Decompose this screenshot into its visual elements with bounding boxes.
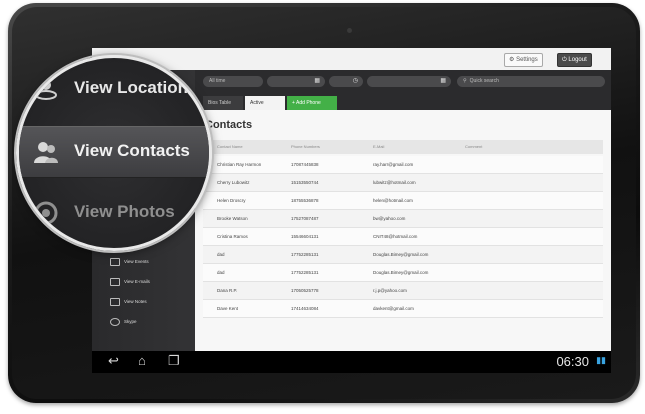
contacts-panel: Contacts Contact Name Phone Numbers E-Ma…: [195, 110, 611, 351]
settings-button[interactable]: ⚙ Settings: [504, 53, 543, 67]
contact-email: Douglas.Bimey@gmail.com: [373, 252, 429, 257]
logout-label: Logout: [568, 57, 587, 63]
tab-active[interactable]: Active: [245, 96, 285, 110]
contact-phone: 17527087487: [291, 216, 319, 221]
start-date-field[interactable]: ▦: [267, 76, 325, 87]
add-phone-button[interactable]: + Add Phone: [287, 96, 337, 110]
table-row[interactable]: Cristina Ramos 15546604131 CNIT48@hotmail.…: [203, 228, 603, 246]
contact-email: davkent@gmail.com: [373, 306, 414, 311]
contact-email: helen@hotmail.com: [373, 198, 413, 203]
table-row[interactable]: Brooke Watson 17527087487 bw@yahoo.com: [203, 210, 603, 228]
location-icon: [35, 80, 57, 100]
sidebar-item-events[interactable]: View Events: [110, 258, 149, 266]
recent-apps-icon[interactable]: ❐: [168, 354, 180, 368]
date-range-select[interactable]: All time: [203, 76, 263, 87]
table-row[interactable]: dad 17752285131 Douglas.Bimey@gmail.com: [203, 264, 603, 282]
wifi-icon: ▮▮: [596, 355, 606, 365]
power-icon: ⏻: [562, 57, 567, 63]
table-row[interactable]: Helen Droscry 18755536878 helen@hotmail.co…: [203, 192, 603, 210]
end-date-field[interactable]: ▦: [367, 76, 451, 87]
sidebar-item-emails[interactable]: View E-mails: [110, 278, 150, 286]
tab-bios-table[interactable]: Bios Table: [203, 96, 243, 110]
photos-icon: [34, 201, 58, 225]
contact-name: Christian Ray Harmon: [217, 162, 262, 167]
home-icon[interactable]: ⌂: [138, 354, 146, 368]
time-field[interactable]: ◷: [329, 76, 363, 87]
tablet-frame: ⚙ Settings ⏻ Logout View Videos View Eve…: [8, 3, 640, 403]
sidebar-item-photos[interactable]: View Photos: [19, 188, 209, 238]
contact-email: bw@yahoo.com: [373, 216, 406, 221]
table-row[interactable]: dad 17752285131 Douglas.Bimey@gmail.com: [203, 246, 603, 264]
contact-name: Cristina Ramos: [217, 234, 248, 239]
contact-name: Cherry Lubowitz: [217, 180, 250, 185]
contact-email: CNIT48@hotmail.com: [373, 234, 418, 239]
sidebar-item-label: View E-mails: [124, 279, 150, 285]
contact-name: Dave Kent: [217, 306, 239, 311]
column-header[interactable]: Comment: [465, 140, 482, 154]
magnifier-lens: View Locations View Contacts View Photos: [16, 55, 212, 251]
contact-email: r.j.p@yahoo.com: [373, 288, 407, 293]
date-range-value: All time: [209, 78, 226, 84]
contact-name: Dana R.P.: [217, 288, 238, 293]
clock-icon: ◷: [352, 78, 358, 84]
table-row[interactable]: Dana R.P. 17050525778 r.j.p@yahoo.com: [203, 282, 603, 300]
sidebar-item-label: View Events: [124, 259, 149, 265]
contact-name: dad: [217, 270, 225, 275]
calendar-icon: ▦: [440, 78, 446, 84]
contact-name: Helen Droscry: [217, 198, 246, 203]
gear-icon: ⚙: [509, 57, 515, 63]
column-header[interactable]: E-Mail: [373, 140, 384, 154]
notes-icon: [110, 298, 120, 306]
contact-name: Brooke Watson: [217, 216, 248, 221]
contact-phone: 17414634084: [291, 306, 319, 311]
filter-bar: All time ▦ ◷ ▦ ⚲ Quick search: [195, 70, 611, 94]
mail-icon: [110, 278, 120, 286]
status-clock: 06:30: [556, 354, 589, 369]
settings-label: Settings: [516, 57, 538, 63]
search-placeholder: Quick search: [469, 78, 499, 84]
quick-search-input[interactable]: ⚲ Quick search: [457, 76, 605, 87]
calendar-icon: [110, 258, 120, 266]
table-header: Contact Name Phone Numbers E-Mail Commen…: [203, 140, 603, 154]
column-header[interactable]: Phone Numbers: [291, 140, 320, 154]
sidebar-item-label: View Notes: [124, 299, 147, 305]
tab-bar: Bios Table Active + Add Phone: [195, 94, 611, 110]
logout-button[interactable]: ⏻ Logout: [557, 53, 592, 67]
system-nav-bar: ↩ ⌂ ❐ 06:30 ▮▮: [92, 351, 611, 373]
skype-icon: [110, 318, 120, 326]
contact-phone: 17087445838: [291, 162, 319, 167]
table-row[interactable]: Christian Ray Harmon 17087445838 ray.harr@…: [203, 156, 603, 174]
contact-phone: 15153550744: [291, 180, 319, 185]
contact-phone: 17752285131: [291, 252, 319, 257]
contact-name: dad: [217, 252, 225, 257]
search-icon: ⚲: [463, 78, 467, 84]
calendar-icon: ▦: [314, 78, 320, 84]
sidebar-item-contacts[interactable]: View Contacts: [19, 126, 209, 178]
column-header[interactable]: Contact Name: [217, 140, 243, 154]
contact-email: Douglas.Bimey@gmail.com: [373, 270, 429, 275]
contact-email: lubwitz@hotmail.com: [373, 180, 416, 185]
contact-phone: 18755536878: [291, 198, 319, 203]
table-row[interactable]: Dave Kent 17414634084 davkent@gmail.com: [203, 300, 603, 318]
page-title: Contacts: [205, 119, 253, 131]
sidebar-item-skype[interactable]: Skype: [110, 318, 137, 326]
table-row[interactable]: Cherry Lubowitz 15153550744 lubwitz@hotmai…: [203, 174, 603, 192]
contact-phone: 15546604131: [291, 234, 319, 239]
sidebar-item-label: View Contacts: [74, 141, 190, 160]
contact-email: ray.harr@gmail.com: [373, 162, 414, 167]
sidebar-item-locations[interactable]: View Locations: [19, 64, 209, 114]
contacts-icon: [34, 142, 58, 163]
back-icon[interactable]: ↩: [108, 354, 119, 368]
sidebar-item-label: Skype: [124, 319, 137, 325]
sidebar-item-notes[interactable]: View Notes: [110, 298, 147, 306]
camera-icon: [347, 28, 352, 33]
contact-phone: 17752285131: [291, 270, 319, 275]
sidebar-item-label: View Locations: [74, 78, 198, 97]
contact-phone: 17050525778: [291, 288, 319, 293]
sidebar-item-label: View Photos: [74, 202, 175, 221]
